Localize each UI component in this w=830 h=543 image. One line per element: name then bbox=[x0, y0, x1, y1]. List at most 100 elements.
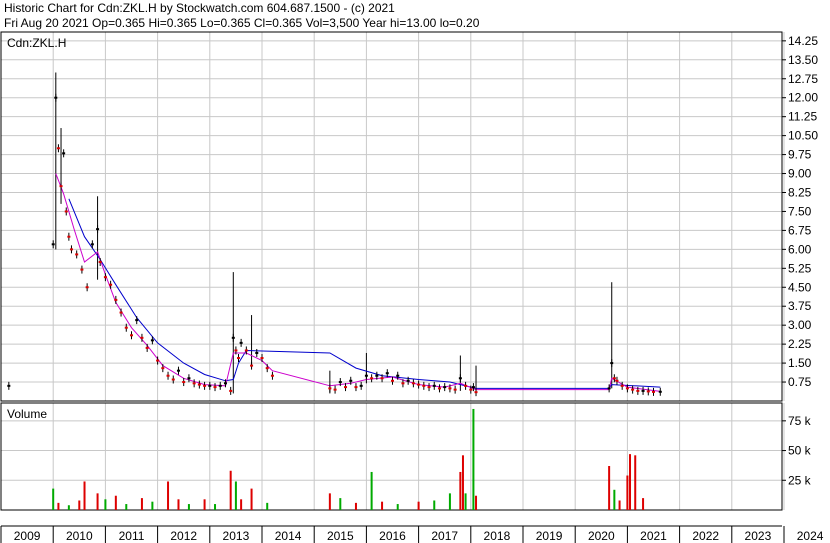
price-close-marker bbox=[244, 349, 248, 352]
price-close-marker bbox=[610, 362, 614, 365]
price-close-marker bbox=[192, 382, 196, 385]
price-close-marker bbox=[56, 147, 60, 150]
price-tick-label: 0.75 bbox=[788, 375, 812, 389]
volume-bar bbox=[339, 498, 342, 510]
price-close-marker bbox=[166, 374, 170, 377]
price-close-marker bbox=[631, 388, 635, 391]
year-label: 2011 bbox=[119, 529, 145, 543]
price-close-marker bbox=[62, 152, 66, 155]
price-tick-label: 8.25 bbox=[788, 185, 812, 199]
price-tick-label: 2.25 bbox=[788, 337, 812, 351]
price-tick-label: 3.75 bbox=[788, 299, 812, 313]
price-close-marker bbox=[98, 260, 102, 263]
volume-bar bbox=[370, 471, 373, 510]
price-close-marker bbox=[338, 381, 342, 384]
stock-chart: Historic Chart for Cdn:ZKL.H by Stockwat… bbox=[0, 0, 830, 543]
price-close-marker bbox=[176, 369, 180, 372]
volume-bar bbox=[140, 498, 143, 510]
price-close-marker bbox=[443, 386, 447, 389]
volume-bar bbox=[629, 454, 632, 510]
price-close-marker bbox=[223, 382, 227, 385]
year-label: 2010 bbox=[66, 529, 93, 543]
price-close-marker bbox=[380, 377, 384, 380]
year-label: 2015 bbox=[327, 529, 354, 543]
volume-bar bbox=[187, 504, 190, 510]
volume-bar bbox=[203, 499, 206, 510]
price-close-marker bbox=[469, 388, 473, 391]
volume-bar bbox=[464, 493, 467, 510]
volume-bar bbox=[177, 499, 180, 510]
chart-quote-line: Fri Aug 20 2021 Op=0.365 Hi=0.365 Lo=0.3… bbox=[4, 16, 480, 30]
price-close-marker bbox=[615, 379, 619, 382]
price-close-marker bbox=[448, 387, 452, 390]
volume-bar bbox=[78, 500, 81, 510]
price-close-marker bbox=[124, 326, 128, 329]
year-label: 2016 bbox=[379, 529, 406, 543]
price-close-marker bbox=[370, 377, 374, 380]
volume-bar bbox=[52, 488, 55, 510]
price-close-marker bbox=[417, 383, 421, 386]
price-close-marker bbox=[652, 390, 655, 393]
year-label: 2012 bbox=[170, 529, 197, 543]
symbol-label: Cdn:ZKL.H bbox=[7, 36, 66, 50]
price-close-marker bbox=[150, 339, 154, 342]
volume-tick-label: 75 k bbox=[788, 414, 812, 428]
price-close-marker bbox=[474, 391, 478, 394]
price-tick-label: 14.25 bbox=[788, 34, 818, 48]
price-close-marker bbox=[636, 389, 640, 392]
volume-bar bbox=[250, 488, 253, 510]
price-close-marker bbox=[237, 357, 241, 360]
price-close-marker bbox=[119, 311, 123, 314]
year-label: 2018 bbox=[484, 529, 511, 543]
volume-bar bbox=[240, 499, 243, 510]
volume-bar bbox=[433, 500, 436, 510]
price-close-marker bbox=[328, 387, 332, 390]
price-tick-label: 6.75 bbox=[788, 223, 812, 237]
volume-bar bbox=[114, 495, 117, 510]
price-close-marker bbox=[75, 253, 79, 256]
volume-bar bbox=[396, 504, 399, 510]
volume-bar bbox=[125, 504, 128, 510]
volume-bar bbox=[234, 481, 237, 510]
price-close-marker bbox=[422, 384, 426, 387]
volume-bar bbox=[167, 481, 170, 510]
volume-bar bbox=[642, 498, 645, 510]
price-close-marker bbox=[620, 384, 624, 387]
price-close-marker bbox=[406, 379, 410, 382]
price-close-marker bbox=[464, 384, 468, 387]
volume-bar bbox=[57, 502, 60, 510]
price-close-marker bbox=[265, 367, 269, 370]
price-close-marker bbox=[401, 382, 405, 385]
price-close-marker bbox=[231, 336, 235, 339]
volume-tick-label: 25 k bbox=[788, 473, 812, 487]
price-close-marker bbox=[625, 387, 629, 390]
price-close-marker bbox=[385, 372, 389, 375]
price-close-marker bbox=[51, 243, 55, 246]
year-label: 2017 bbox=[431, 529, 458, 543]
price-tick-label: 5.25 bbox=[788, 261, 812, 275]
price-close-marker bbox=[239, 341, 243, 344]
volume-bar bbox=[104, 499, 107, 510]
price-close-marker bbox=[7, 384, 11, 387]
price-close-marker bbox=[218, 384, 222, 387]
price-close-marker bbox=[427, 386, 431, 389]
year-label: 2022 bbox=[692, 529, 719, 543]
price-close-marker bbox=[364, 374, 368, 377]
price-tick-label: 1.50 bbox=[788, 356, 812, 370]
volume-bar bbox=[214, 504, 217, 510]
price-close-marker bbox=[437, 387, 441, 390]
volume-bar bbox=[459, 471, 462, 510]
price-close-marker bbox=[197, 383, 201, 386]
volume-bar bbox=[83, 481, 86, 510]
price-close-marker bbox=[641, 389, 645, 392]
year-label: 2021 bbox=[640, 529, 667, 543]
volume-bar bbox=[328, 493, 331, 510]
volume-bar bbox=[472, 408, 475, 510]
price-close-marker bbox=[471, 386, 475, 389]
volume-bar bbox=[151, 501, 154, 510]
price-close-marker bbox=[103, 276, 107, 279]
price-close-marker bbox=[182, 381, 186, 384]
price-close-marker bbox=[270, 374, 274, 377]
volume-bar bbox=[96, 493, 99, 510]
price-close-marker bbox=[354, 386, 358, 389]
